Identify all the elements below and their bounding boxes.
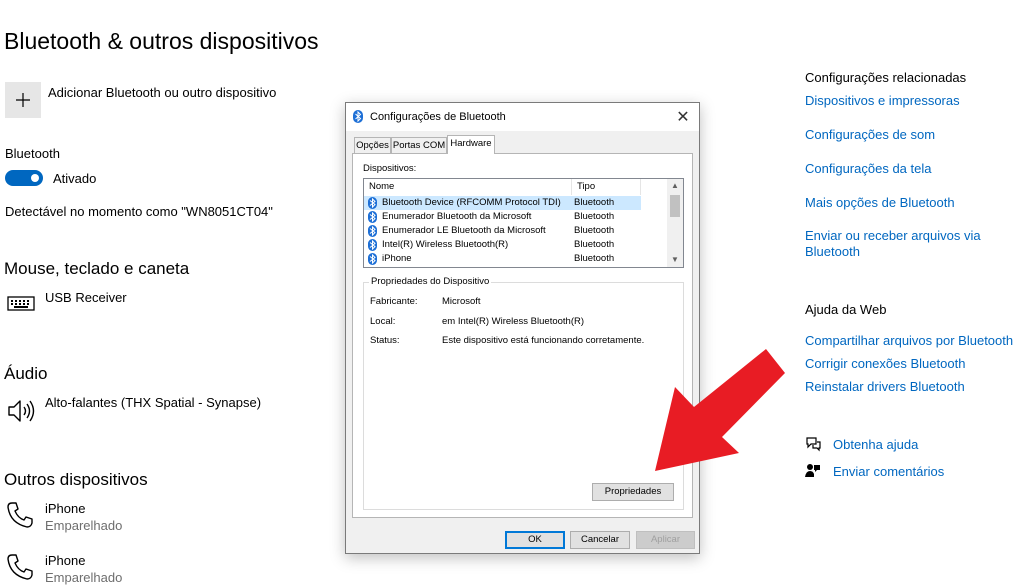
related-link-more-bluetooth[interactable]: Mais opções de Bluetooth [805, 195, 955, 210]
related-link-devices-printers[interactable]: Dispositivos e impressoras [805, 93, 960, 108]
mouse-section-heading: Mouse, teclado e caneta [4, 259, 190, 278]
column-header-type[interactable]: Tipo [572, 179, 641, 195]
status-label: Status: [370, 335, 400, 346]
bluetooth-toggle-label: Ativado [53, 171, 97, 186]
related-settings-heading: Configurações relacionadas [805, 70, 967, 85]
mouse-device-name[interactable]: USB Receiver [45, 290, 127, 305]
related-link-sound[interactable]: Configurações de som [805, 127, 935, 142]
bluetooth-settings-dialog: Configurações de Bluetooth ✕ Opções Port… [345, 102, 700, 554]
bluetooth-icon [353, 110, 363, 128]
other-device-status: Emparelhado [45, 570, 123, 585]
dialog-title: Configurações de Bluetooth [370, 111, 506, 123]
chevron-down-icon[interactable]: ▼ [667, 253, 683, 267]
discoverable-text: Detectável no momento como "WN8051CT04" [5, 204, 273, 219]
ok-button[interactable]: OK [505, 531, 565, 549]
feedback-icon [805, 463, 821, 484]
add-device-button[interactable] [5, 82, 41, 118]
related-link-send-receive[interactable]: Enviar ou receber arquivos via Bluetooth [805, 228, 990, 260]
phone-icon [6, 553, 34, 586]
scrollbar-thumb[interactable] [670, 195, 680, 217]
device-name: Bluetooth Device (RFCOMM Protocol TDI) [382, 197, 561, 208]
other-section-heading: Outros dispositivos [4, 470, 148, 489]
send-feedback-link[interactable]: Enviar comentários [833, 464, 944, 479]
device-name: Enumerador LE Bluetooth da Microsoft [382, 225, 546, 236]
bluetooth-label: Bluetooth [5, 146, 60, 161]
tab-opcoes[interactable]: Opções [354, 137, 391, 153]
red-arrow-annotation [655, 349, 785, 471]
device-properties-group: Propriedades do Dispositivo Fabricante: … [363, 276, 684, 510]
device-row[interactable]: Enumerador Bluetooth da Microsoft Blueto… [364, 210, 641, 224]
device-type: Bluetooth [574, 225, 615, 236]
device-row[interactable]: Enumerador LE Bluetooth da Microsoft Blu… [364, 224, 641, 238]
help-icon [805, 436, 821, 457]
related-link-display[interactable]: Configurações da tela [805, 161, 931, 176]
location-value: em Intel(R) Wireless Bluetooth(R) [442, 316, 585, 327]
devices-label: Dispositivos: [363, 163, 417, 174]
status-value: Este dispositivo está funcionando corret… [442, 335, 645, 346]
tab-hardware[interactable]: Hardware [447, 135, 495, 154]
web-help-link-fix[interactable]: Corrigir conexões Bluetooth [805, 356, 965, 371]
audio-device-name[interactable]: Alto-falantes (THX Spatial - Synapse) [45, 395, 261, 410]
device-row[interactable]: Intel(R) Wireless Bluetooth(R) Bluetooth [364, 238, 641, 252]
device-row[interactable]: Bluetooth Device (RFCOMM Protocol TDI) B… [364, 196, 641, 210]
page-title: Bluetooth & outros dispositivos [4, 28, 319, 54]
audio-section-heading: Áudio [4, 364, 48, 383]
bluetooth-icon [368, 253, 377, 267]
manufacturer-value: Microsoft [442, 296, 481, 307]
column-header-name[interactable]: Nome [364, 179, 572, 195]
properties-button[interactable]: Propriedades [592, 483, 674, 501]
device-properties-title: Propriedades do Dispositivo [369, 276, 492, 287]
get-help-link[interactable]: Obtenha ajuda [833, 437, 918, 452]
other-device-name[interactable]: iPhone [45, 553, 85, 568]
other-device-status: Emparelhado [45, 518, 123, 533]
bluetooth-toggle[interactable] [5, 170, 43, 186]
device-name: Enumerador Bluetooth da Microsoft [382, 211, 532, 222]
devices-list[interactable]: Nome Tipo Bluetooth Device (RFCOMM Proto… [363, 178, 684, 268]
device-type: Bluetooth [574, 253, 615, 264]
device-type: Bluetooth [574, 211, 615, 222]
plus-icon [16, 93, 30, 107]
device-type: Bluetooth [574, 239, 615, 250]
manufacturer-label: Fabricante: [370, 296, 418, 307]
chevron-up-icon[interactable]: ▲ [667, 179, 683, 193]
device-type: Bluetooth [574, 197, 615, 208]
speaker-icon [7, 398, 37, 429]
device-name: iPhone [382, 253, 412, 264]
web-help-link-share[interactable]: Compartilhar arquivos por Bluetooth [805, 333, 1013, 348]
apply-button[interactable]: Aplicar [636, 531, 695, 549]
location-label: Local: [370, 316, 396, 327]
device-row[interactable]: iPhone Bluetooth [364, 252, 641, 266]
web-help-heading: Ajuda da Web [805, 302, 887, 317]
phone-icon [6, 501, 34, 534]
add-device-label[interactable]: Adicionar Bluetooth ou outro dispositivo [48, 85, 276, 100]
keyboard-icon [7, 294, 35, 317]
web-help-link-reinstall[interactable]: Reinstalar drivers Bluetooth [805, 379, 965, 394]
tab-portas-com[interactable]: Portas COM [391, 137, 447, 153]
dialog-titlebar[interactable]: Configurações de Bluetooth ✕ [346, 103, 699, 131]
close-icon[interactable]: ✕ [673, 107, 693, 127]
device-name: Intel(R) Wireless Bluetooth(R) [382, 239, 509, 250]
devices-scrollbar[interactable]: ▲ ▼ [667, 179, 683, 267]
cancel-button[interactable]: Cancelar [570, 531, 630, 549]
other-device-name[interactable]: iPhone [45, 501, 85, 516]
